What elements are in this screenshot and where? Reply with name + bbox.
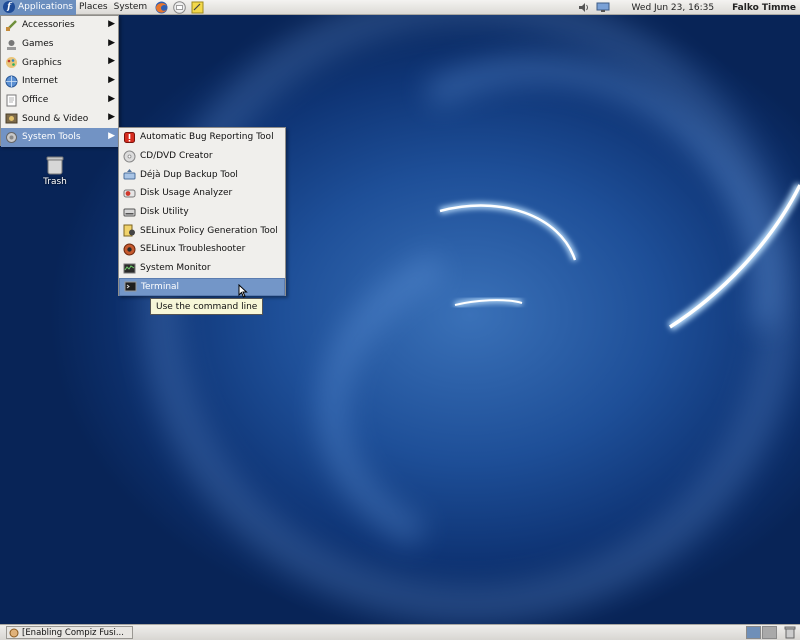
menu-item-games[interactable]: Games ▶ [1,35,118,54]
desktop-background[interactable]: Trash [0,15,800,624]
games-icon [4,37,18,51]
submenu-item-selinux-troubleshooter[interactable]: SELinux Troubleshooter [119,240,285,259]
mail-launcher[interactable] [172,0,186,14]
submenu-item-bug-reporting[interactable]: Automatic Bug Reporting Tool [119,128,285,147]
internet-icon [4,74,18,88]
menu-item-label: Office [22,95,49,106]
menu-item-label: Sound & Video [22,113,89,124]
submenu-item-label: Disk Usage Analyzer [140,188,233,199]
selinux-policy-icon [122,224,136,238]
mouse-pointer-icon [238,284,248,298]
places-menu-button[interactable]: Places [76,0,111,15]
submenu-item-label: Terminal [141,281,180,292]
trash-desktop-icon[interactable]: Trash [30,155,80,187]
menu-item-sound-video[interactable]: Sound & Video ▶ [1,109,118,128]
accessories-icon [4,18,18,32]
top-panel: f Applications Places System Wed Jun 23,… [0,0,800,15]
terminal-icon [123,280,137,294]
user-switcher[interactable]: Falko Timme [732,3,796,13]
system-monitor-icon [122,261,136,275]
menu-item-label: Games [22,39,54,50]
network-icon[interactable] [596,2,610,13]
menu-item-label: Graphics [22,57,62,68]
terminal-tooltip: Use the command line [150,298,264,315]
office-icon [4,93,18,107]
bug-report-icon [122,130,136,144]
disk-usage-icon [122,186,136,200]
bottom-panel: [Enabling Compiz Fusi... [0,624,800,640]
chevron-right-icon: ▶ [108,37,115,48]
system-menu-label: System [113,2,148,12]
applications-dropdown: Accessories ▶ Games ▶ Graphics ▶ Interne… [0,15,119,147]
notes-launcher[interactable] [190,1,204,14]
disk-utility-icon [122,205,136,219]
system-tools-icon [4,130,18,144]
menu-item-office[interactable]: Office ▶ [1,91,118,110]
trash-applet-icon[interactable] [784,626,796,639]
chevron-right-icon: ▶ [108,131,115,142]
menu-item-graphics[interactable]: Graphics ▶ [1,53,118,72]
submenu-item-label: Automatic Bug Reporting Tool [140,132,274,143]
workspace-2[interactable] [762,626,777,639]
volume-icon[interactable] [578,2,590,13]
menu-item-accessories[interactable]: Accessories ▶ [1,16,118,35]
places-menu-label: Places [78,2,108,12]
mail-icon [172,0,186,14]
fedora-logo-icon: f [3,1,15,13]
application-icon [9,628,19,638]
submenu-item-deja-dup[interactable]: Déjà Dup Backup Tool [119,165,285,184]
firefox-icon [155,1,168,13]
sound-video-icon [4,112,18,126]
submenu-item-label: System Monitor [140,263,211,274]
system-tools-submenu: Automatic Bug Reporting Tool CD/DVD Crea… [118,127,286,297]
menu-item-internet[interactable]: Internet ▶ [1,72,118,91]
menu-item-label: Accessories [22,20,75,31]
workspace-1[interactable] [746,626,761,639]
graphics-icon [4,56,18,70]
menu-item-system-tools[interactable]: System Tools ▶ [1,128,118,147]
chevron-right-icon: ▶ [108,19,115,29]
trash-icon [46,156,64,175]
panel-clock[interactable]: Wed Jun 23, 16:35 [632,3,715,13]
submenu-item-selinux-policy[interactable]: SELinux Policy Generation Tool [119,221,285,240]
cd-dvd-icon [122,149,136,163]
submenu-item-disk-usage[interactable]: Disk Usage Analyzer [119,184,285,203]
chevron-right-icon: ▶ [108,93,115,104]
submenu-item-label: CD/DVD Creator [140,151,213,162]
selinux-troubleshooter-icon [122,242,136,256]
menu-item-label: Internet [22,76,58,87]
wallpaper-swirl [140,15,800,624]
submenu-item-terminal[interactable]: Terminal [119,277,285,297]
taskbar-window-button[interactable]: [Enabling Compiz Fusi... [6,626,133,639]
submenu-item-disk-utility[interactable]: Disk Utility [119,203,285,222]
submenu-item-label: SELinux Policy Generation Tool [140,225,278,236]
trash-label: Trash [43,177,67,187]
submenu-item-label: SELinux Troubleshooter [140,244,246,255]
menu-item-label: System Tools [22,132,81,143]
submenu-item-system-monitor[interactable]: System Monitor [119,259,285,278]
backup-icon [122,168,136,182]
submenu-item-label: Déjà Dup Backup Tool [140,169,238,180]
firefox-launcher[interactable] [154,1,168,14]
applications-menu-button[interactable]: f Applications [0,0,76,15]
applications-menu-label: Applications [18,2,73,12]
chevron-right-icon: ▶ [108,56,115,67]
notes-icon [191,1,204,13]
chevron-right-icon: ▶ [108,112,115,123]
taskbar-window-label: [Enabling Compiz Fusi... [22,627,124,638]
submenu-item-cd-dvd-creator[interactable]: CD/DVD Creator [119,147,285,166]
submenu-item-label: Disk Utility [140,207,189,218]
system-menu-button[interactable]: System [111,0,151,15]
chevron-right-icon: ▶ [108,75,115,86]
